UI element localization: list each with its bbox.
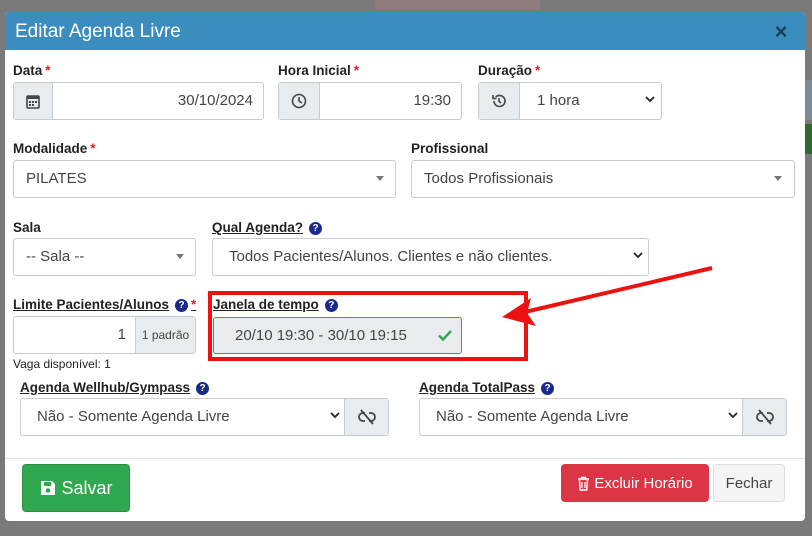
annotation-arrow [502,266,713,326]
